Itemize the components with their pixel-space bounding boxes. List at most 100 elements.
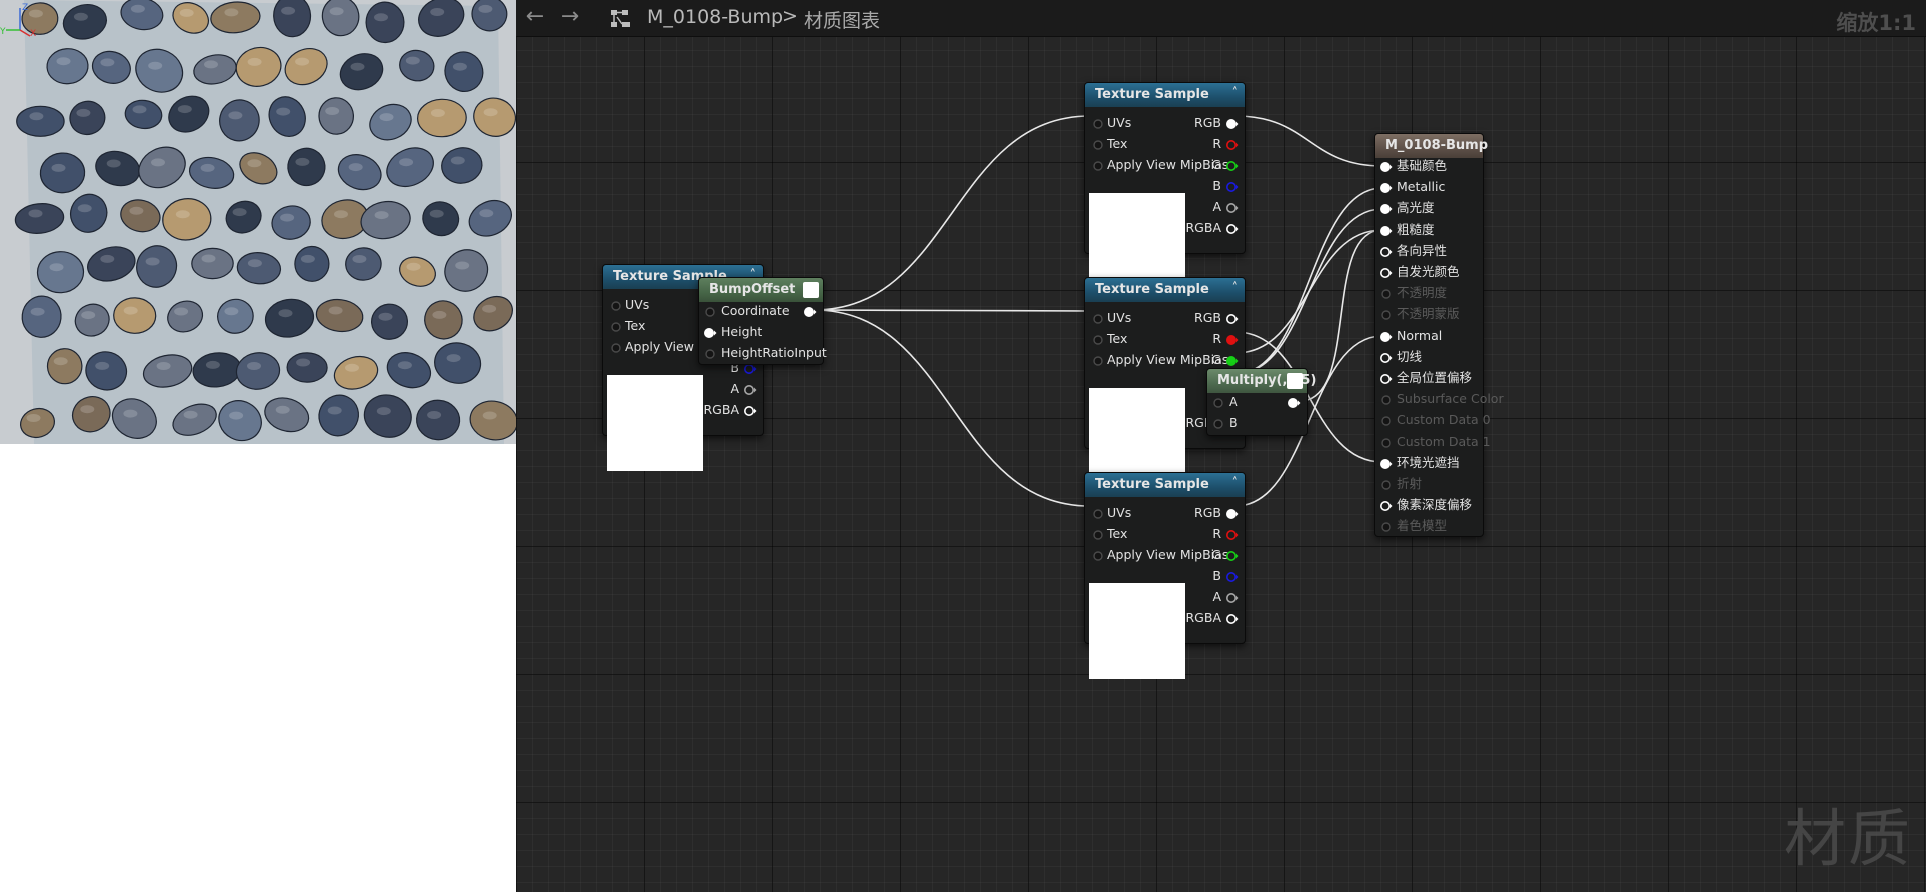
input-pin[interactable] <box>1091 506 1105 520</box>
preview-toggle-checkbox[interactable] <box>1287 373 1303 389</box>
stone-highlight <box>123 306 138 315</box>
input-pin[interactable] <box>609 319 623 333</box>
input-pin-label: Apply View MipBias <box>1107 157 1229 172</box>
collapse-chevron-icon[interactable]: ˄ <box>1232 476 1239 491</box>
input-pin[interactable] <box>1091 158 1105 172</box>
output-pin-label: G <box>1211 547 1221 562</box>
output-pin-rgba[interactable] <box>1225 611 1239 625</box>
output-pin-g[interactable] <box>1225 548 1239 562</box>
input-pin-label: UVs <box>1107 115 1132 130</box>
stone-highlight <box>429 209 444 218</box>
stone-highlight <box>205 360 220 369</box>
output-pin-b[interactable] <box>1225 569 1239 583</box>
result-input-pin[interactable] <box>1379 244 1393 258</box>
collapse-chevron-icon[interactable]: ˄ <box>1232 281 1239 296</box>
output-pin[interactable] <box>1287 395 1301 409</box>
input-pin[interactable] <box>1091 137 1105 151</box>
input-pin-label: Tex <box>1107 136 1128 151</box>
result-input-label: 着色模型 <box>1397 518 1448 534</box>
input-pin[interactable] <box>703 346 717 360</box>
result-input-pin[interactable] <box>1379 371 1393 385</box>
result-input-pin[interactable] <box>1379 350 1393 364</box>
input-pin[interactable] <box>1091 527 1105 541</box>
input-pin[interactable] <box>1211 416 1225 430</box>
stone-highlight <box>224 8 239 17</box>
stone-highlight <box>482 411 497 420</box>
output-pin-label: R <box>1212 331 1221 346</box>
output-pin-rgb[interactable] <box>1225 311 1239 325</box>
stone-highlight <box>129 206 144 215</box>
result-input-pin <box>1379 286 1393 300</box>
output-pin-rgb[interactable] <box>1225 116 1239 130</box>
axis-y-label: Y <box>0 27 6 37</box>
output-pin-g[interactable] <box>1225 158 1239 172</box>
input-pin[interactable] <box>609 298 623 312</box>
input-pin[interactable] <box>1091 548 1105 562</box>
stone-highlight <box>28 209 43 218</box>
stone-highlight <box>300 254 315 263</box>
output-pin-a[interactable] <box>743 382 757 396</box>
output-pin-g[interactable] <box>1225 353 1239 367</box>
result-input-pin <box>1379 519 1393 533</box>
stone <box>286 352 328 383</box>
input-pin[interactable] <box>609 340 623 354</box>
output-pin-a[interactable] <box>1225 200 1239 214</box>
input-pin[interactable] <box>1091 311 1105 325</box>
stone-highlight <box>405 56 420 65</box>
input-pin[interactable] <box>703 304 717 318</box>
result-input-pin[interactable] <box>1379 180 1393 194</box>
result-input-label: 不透明蒙版 <box>1397 306 1460 322</box>
stone-highlight <box>295 157 310 166</box>
stone <box>16 105 65 137</box>
axis-z-label: Z <box>22 3 28 13</box>
stone-highlight <box>132 105 147 114</box>
stone-highlight <box>80 405 95 414</box>
stone-highlight <box>325 107 340 115</box>
output-pin-label: RGBA <box>703 402 740 417</box>
stone-highlight <box>280 213 295 222</box>
input-pin-label: A <box>1229 394 1238 409</box>
output-pin-rgb[interactable] <box>1225 506 1239 520</box>
stone-highlight <box>247 362 261 370</box>
input-pin[interactable] <box>703 325 717 339</box>
input-pin[interactable] <box>1091 353 1105 367</box>
stone-highlight <box>151 158 165 167</box>
texture-sample-node[interactable]: Texture Sample ˄ UVs Tex Apply View MipBias R… <box>1084 82 1246 289</box>
stone-highlight <box>350 62 365 71</box>
result-input-pin[interactable] <box>1379 223 1393 237</box>
output-pin-rgba[interactable] <box>743 403 757 417</box>
bump-offset-node[interactable]: BumpOffset Coordinate Height HeightRatioInp… <box>698 277 827 365</box>
texture-sample-node[interactable]: Texture Sample ˄ UVs Tex Apply View MipBias R… <box>1084 472 1246 679</box>
collapse-chevron-icon[interactable]: ˄ <box>1232 86 1239 101</box>
material-result-node[interactable]: M_0108-Bump 基础颜色 Metallic 高光度 粗糙度 各向异性 自发光颜色 不透… <box>1374 133 1504 537</box>
result-input-pin[interactable] <box>1379 201 1393 215</box>
output-pin-r[interactable] <box>1225 527 1239 541</box>
wire-b-to-metallic <box>1235 187 1383 375</box>
result-input-pin[interactable] <box>1379 265 1393 279</box>
result-input-pin[interactable] <box>1379 498 1393 512</box>
output-pin-label: A <box>1212 199 1221 214</box>
result-input-pin <box>1379 413 1393 427</box>
preview-toggle-checkbox[interactable] <box>803 282 819 298</box>
output-pin-label: G <box>1211 157 1221 172</box>
material-graph-panel[interactable]: ← → M_0108-Bump > 材质图表 缩放1:1 Texture Sam… <box>516 0 1926 892</box>
output-pin[interactable] <box>803 304 817 318</box>
stone-highlight <box>145 257 160 266</box>
output-pin-b[interactable] <box>1225 179 1239 193</box>
output-pin-r[interactable] <box>1225 137 1239 151</box>
material-preview-viewport[interactable]: Z Y X <box>0 0 516 444</box>
result-input-pin[interactable] <box>1379 456 1393 470</box>
result-input-pin[interactable] <box>1379 159 1393 173</box>
input-pin[interactable] <box>1091 116 1105 130</box>
input-pin-label: Tex <box>625 318 646 333</box>
output-pin-r[interactable] <box>1225 332 1239 346</box>
stone-highlight <box>328 306 343 315</box>
input-pin[interactable] <box>1091 332 1105 346</box>
output-pin-rgba[interactable] <box>1225 221 1239 235</box>
stone-highlight <box>200 163 215 172</box>
result-input-pin[interactable] <box>1379 329 1393 343</box>
input-pin[interactable] <box>1211 395 1225 409</box>
input-pin-label: UVs <box>1107 505 1132 520</box>
output-pin-a[interactable] <box>1225 590 1239 604</box>
multiply-node[interactable]: Multiply(,0.5) A B <box>1206 368 1316 436</box>
